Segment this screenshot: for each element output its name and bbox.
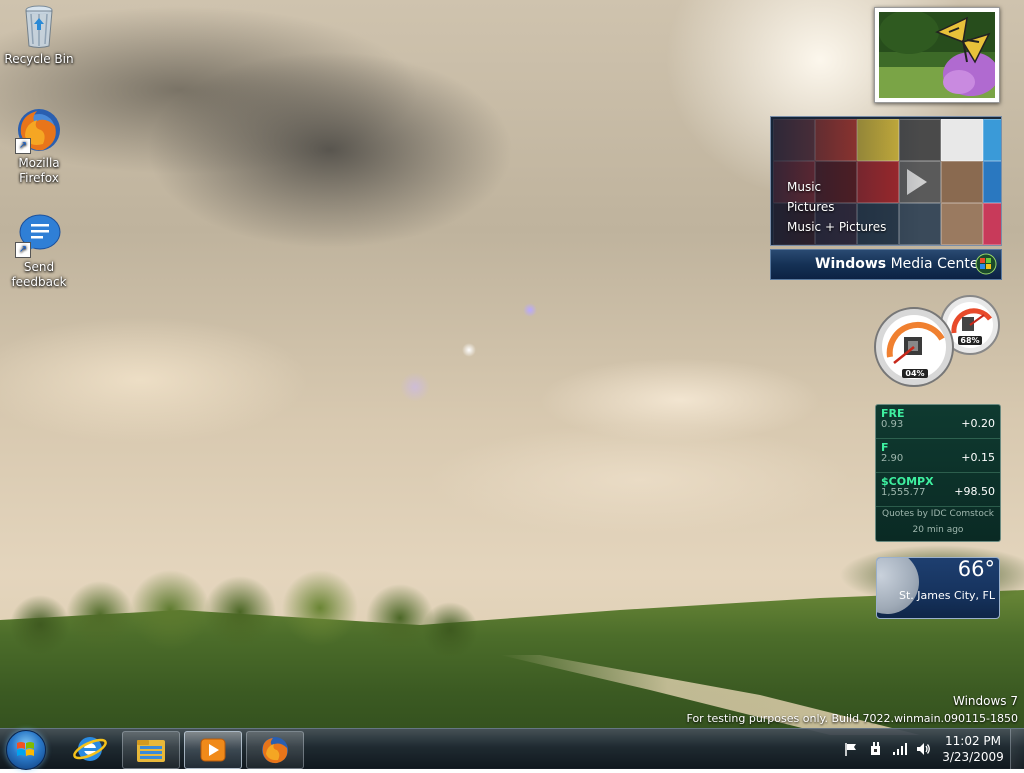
stock-price: 1,555.77 [881, 487, 926, 498]
weather-gadget[interactable]: 66° St. James City, FL [876, 557, 1000, 619]
stock-row[interactable]: $COMPX 1,555.77 +98.50 [876, 473, 1000, 507]
clock-time: 11:02 PM [945, 734, 1001, 748]
media-tile [941, 161, 983, 203]
stock-price: 2.90 [881, 453, 904, 464]
stock-change: +98.50 [954, 485, 995, 498]
windows-logo-icon [17, 742, 34, 756]
firefox-icon [262, 737, 288, 764]
show-desktop-button[interactable] [1010, 729, 1024, 769]
windows-logo-icon [975, 253, 997, 275]
stocks-footer-source[interactable]: Quotes by IDC Comstock [876, 509, 1000, 519]
media-center-brand: Windows Media Center [815, 256, 985, 272]
weather-temperature: 66° [957, 557, 995, 581]
slideshow-photo [879, 12, 995, 98]
taskbar-windows-explorer[interactable] [122, 731, 180, 769]
recycle-bin-icon [15, 2, 63, 50]
shortcut-arrow-icon: ↗ [15, 242, 31, 258]
cpu-meter-gadget[interactable]: 04% 68% [874, 295, 1000, 387]
firefox-icon: ↗ [15, 106, 63, 154]
media-tile [983, 119, 1001, 161]
media-tile [983, 161, 1001, 203]
taskbar-firefox[interactable] [246, 731, 304, 769]
clock-date: 3/23/2009 [942, 750, 1004, 764]
desktop-icon-label: Mozilla Firefox [18, 156, 60, 185]
stock-change: +0.15 [961, 451, 995, 464]
build-watermark-title: Windows 7 [952, 694, 1018, 708]
media-menu-pictures[interactable]: Pictures [787, 200, 835, 214]
stock-price: 0.93 [881, 419, 904, 430]
cpu-usage-readout: 04% [902, 369, 928, 378]
desktop-icon-label: Recycle Bin [4, 52, 74, 66]
media-tile [941, 203, 983, 245]
stocks-gadget[interactable]: FRE 0.93 +0.20 F 2.90 +0.15 $COMPX 1,555… [875, 404, 1001, 542]
media-player-icon [200, 738, 226, 762]
memory-usage-readout: 68% [958, 336, 982, 345]
shortcut-arrow-icon: ↗ [15, 138, 31, 154]
taskbar: 11:02 PM 3/23/2009 [0, 728, 1024, 770]
volume-icon[interactable] [915, 741, 931, 757]
action-center-flag-icon[interactable] [843, 741, 859, 757]
start-button[interactable] [6, 730, 46, 770]
desktop-icon-send-feedback[interactable]: ↗ Send feedback [1, 210, 77, 290]
power-plug-icon[interactable] [868, 741, 884, 757]
desktop-icon-firefox[interactable]: ↗ Mozilla Firefox [1, 106, 77, 186]
lens-flare [462, 343, 476, 357]
moon-icon [877, 558, 919, 614]
taskbar-clock[interactable]: 11:02 PM 3/23/2009 [940, 733, 1006, 765]
taskbar-internet-explorer[interactable] [62, 731, 118, 767]
media-menu-music-pictures[interactable]: Music + Pictures [787, 220, 886, 234]
media-tile [983, 203, 1001, 245]
taskbar-windows-media-player[interactable] [184, 731, 242, 769]
stock-row[interactable]: FRE 0.93 +0.20 [876, 405, 1000, 439]
weather-location: St. James City, FL [899, 589, 995, 602]
slideshow-gadget[interactable] [874, 7, 1000, 103]
internet-explorer-icon [73, 737, 107, 761]
wallpaper-treeline [0, 570, 480, 665]
stock-row[interactable]: F 2.90 +0.15 [876, 439, 1000, 473]
desktop-icon-recycle-bin[interactable]: Recycle Bin [1, 2, 77, 67]
media-tile [941, 119, 983, 161]
stock-change: +0.20 [961, 417, 995, 430]
media-center-launch-bar[interactable]: Windows Media Center [770, 249, 1002, 280]
send-feedback-icon: ↗ [15, 210, 63, 258]
lens-flare [400, 372, 430, 402]
stocks-footer-time: 20 min ago [912, 525, 964, 535]
desktop-icon-label: Send feedback [11, 260, 67, 289]
network-signal-icon[interactable] [892, 741, 908, 757]
lens-flare [523, 303, 537, 317]
build-watermark-info: For testing purposes only. Build 7022.wi… [686, 712, 1018, 725]
media-menu-music[interactable]: Music [787, 180, 821, 194]
media-center-gadget[interactable]: Music Pictures Music + Pictures [770, 116, 1002, 246]
folder-icon [137, 740, 165, 762]
